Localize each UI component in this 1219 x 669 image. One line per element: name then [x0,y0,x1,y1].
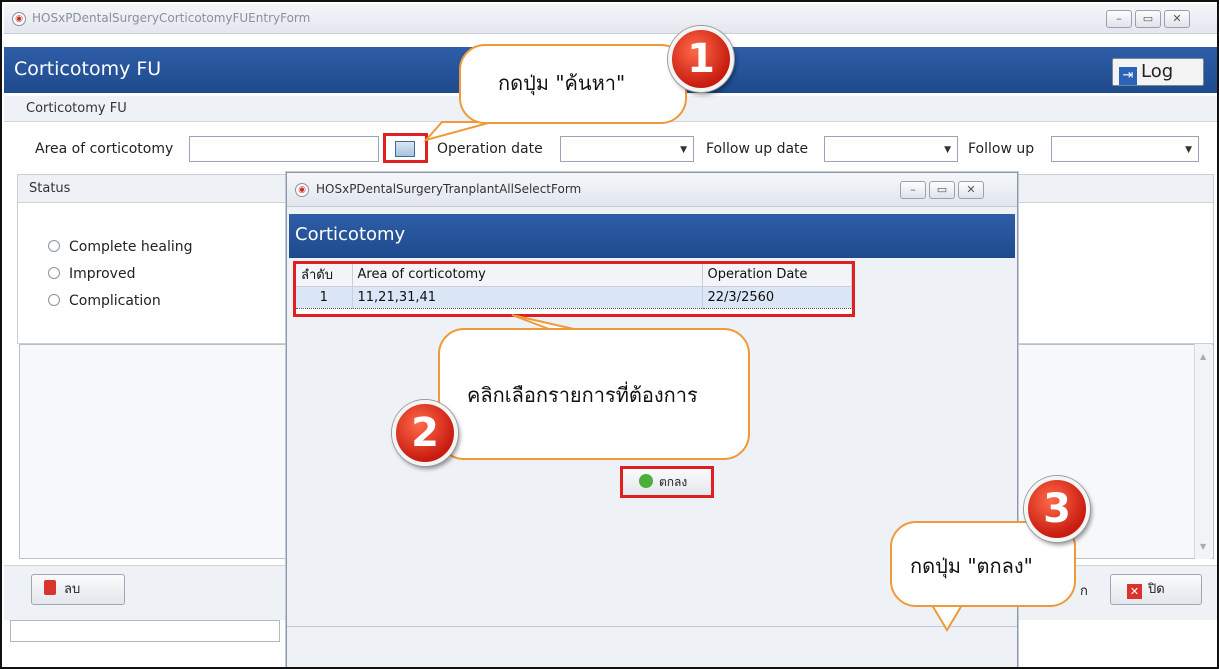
step2-badge: 2 [392,400,458,466]
screenshot-frame: ◉ HOSxPDentalSurgeryCorticotomyFUEntryFo… [0,0,1219,669]
callout-step3-text: กดปุ่ม "ตกลง" [910,554,1033,578]
callout-step1-text: กดปุ่ม "ค้นหา" [498,71,626,95]
callout1-pointer [423,121,493,142]
step1-badge: 1 [668,26,734,92]
callout-step2-text: คลิกเลือกรายการที่ต้องการ [467,383,698,407]
step3-badge: 3 [1024,476,1090,542]
callout3-pointer [930,604,964,632]
